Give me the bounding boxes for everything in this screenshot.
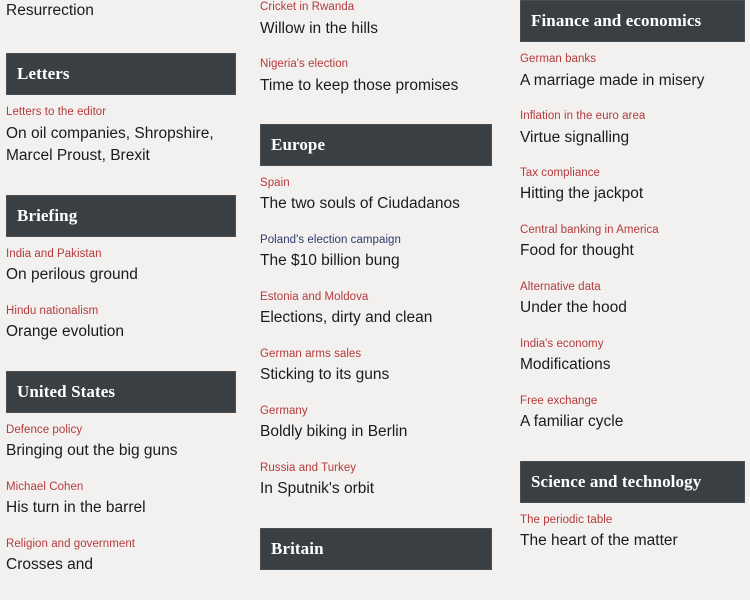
- column-right: Finance and economics German banks A mar…: [510, 0, 750, 600]
- article-item: Estonia and Moldova Elections, dirty and…: [260, 290, 492, 330]
- headline-link[interactable]: Sticking to its guns: [260, 364, 492, 386]
- article-item: Central banking in America Food for thou…: [520, 223, 745, 263]
- kicker-link[interactable]: Tax compliance: [520, 166, 745, 182]
- headline-link[interactable]: The two souls of Ciudadanos: [260, 193, 492, 215]
- section-header-britain: Britain: [260, 527, 492, 570]
- headline-link[interactable]: Crosses and: [6, 554, 236, 576]
- article-item: Russia and Turkey In Sputnik's orbit: [260, 461, 492, 501]
- kicker-link[interactable]: India's economy: [520, 337, 745, 353]
- headline-link[interactable]: Virtue signalling: [520, 127, 745, 149]
- kicker-link[interactable]: Central banking in America: [520, 223, 745, 239]
- headline-link[interactable]: His turn in the barrel: [6, 497, 236, 519]
- section-header-letters: Letters: [6, 53, 236, 96]
- column-left: Resurrection Letters Letters to the edit…: [0, 0, 252, 600]
- article-item: India and Pakistan On perilous ground: [6, 247, 236, 287]
- headline-link[interactable]: Bringing out the big guns: [6, 440, 236, 462]
- headline-link[interactable]: A familiar cycle: [520, 411, 745, 433]
- article-item: Letters to the editor On oil companies, …: [6, 105, 236, 167]
- kicker-link[interactable]: Germany: [260, 404, 492, 420]
- kicker-link[interactable]: Inflation in the euro area: [520, 109, 745, 125]
- headline-link[interactable]: On oil companies, Shropshire, Marcel Pro…: [6, 123, 236, 168]
- headline-link[interactable]: Time to keep those promises: [260, 75, 492, 97]
- kicker-link[interactable]: Michael Cohen: [6, 480, 236, 496]
- kicker-link[interactable]: Alternative data: [520, 280, 745, 296]
- section-header-united-states: United States: [6, 370, 236, 413]
- article-item: Free exchange A familiar cycle: [520, 394, 745, 434]
- kicker-link[interactable]: Russia and Turkey: [260, 461, 492, 477]
- article-item: Religion and government Crosses and: [6, 537, 236, 577]
- kicker-link[interactable]: Poland's election campaign: [260, 233, 492, 249]
- article-item: German banks A marriage made in misery: [520, 52, 745, 92]
- article-item: Alternative data Under the hood: [520, 280, 745, 320]
- article-item: Poland's election campaign The $10 billi…: [260, 233, 492, 273]
- article-item: Cricket in Rwanda Willow in the hills: [260, 0, 492, 40]
- kicker-link[interactable]: India and Pakistan: [6, 247, 236, 263]
- headline-link[interactable]: Orange evolution: [6, 321, 236, 343]
- kicker-link[interactable]: Estonia and Moldova: [260, 290, 492, 306]
- kicker-link[interactable]: Hindu nationalism: [6, 304, 236, 320]
- contents-page: Resurrection Letters Letters to the edit…: [0, 0, 750, 600]
- headline-link[interactable]: The heart of the matter: [520, 530, 745, 552]
- kicker-link[interactable]: Nigeria's election: [260, 57, 492, 73]
- headline-link[interactable]: In Sputnik's orbit: [260, 478, 492, 500]
- article-item: Germany Boldly biking in Berlin: [260, 404, 492, 444]
- article-item: Nigeria's election Time to keep those pr…: [260, 57, 492, 97]
- kicker-link[interactable]: Letters to the editor: [6, 105, 236, 121]
- article-item: India's economy Modifications: [520, 337, 745, 377]
- headline-link[interactable]: Elections, dirty and clean: [260, 307, 492, 329]
- contents-columns: Resurrection Letters Letters to the edit…: [0, 0, 750, 600]
- kicker-link[interactable]: Religion and government: [6, 537, 236, 553]
- headline-link[interactable]: Hitting the jackpot: [520, 183, 745, 205]
- article-item: Tax compliance Hitting the jackpot: [520, 166, 745, 206]
- section-header-europe: Europe: [260, 123, 492, 166]
- article-item: Michael Cohen His turn in the barrel: [6, 480, 236, 520]
- headline-link[interactable]: Food for thought: [520, 240, 745, 262]
- headline-link[interactable]: Boldly biking in Berlin: [260, 421, 492, 443]
- article-item: The periodic table The heart of the matt…: [520, 513, 745, 553]
- headline-link[interactable]: Resurrection: [6, 0, 236, 22]
- article-item: German arms sales Sticking to its guns: [260, 347, 492, 387]
- kicker-link[interactable]: Free exchange: [520, 394, 745, 410]
- kicker-link[interactable]: German arms sales: [260, 347, 492, 363]
- headline-link[interactable]: The $10 billion bung: [260, 250, 492, 272]
- column-middle: Cricket in Rwanda Willow in the hills Ni…: [252, 0, 510, 600]
- kicker-link[interactable]: Spain: [260, 176, 492, 192]
- kicker-link[interactable]: Cricket in Rwanda: [260, 0, 492, 16]
- headline-link[interactable]: On perilous ground: [6, 264, 236, 286]
- article-item: Inflation in the euro area Virtue signal…: [520, 109, 745, 149]
- headline-link[interactable]: A marriage made in misery: [520, 70, 745, 92]
- section-header-science-and-technology: Science and technology: [520, 460, 745, 503]
- kicker-link[interactable]: German banks: [520, 52, 745, 68]
- section-header-finance-and-economics: Finance and economics: [520, 0, 745, 42]
- section-header-briefing: Briefing: [6, 194, 236, 237]
- article-item: Hindu nationalism Orange evolution: [6, 304, 236, 344]
- kicker-link[interactable]: Defence policy: [6, 423, 236, 439]
- headline-link[interactable]: Modifications: [520, 354, 745, 376]
- headline-link[interactable]: Under the hood: [520, 297, 745, 319]
- article-item: Spain The two souls of Ciudadanos: [260, 176, 492, 216]
- kicker-link[interactable]: The periodic table: [520, 513, 745, 529]
- article-item: Defence policy Bringing out the big guns: [6, 423, 236, 463]
- headline-link[interactable]: Willow in the hills: [260, 18, 492, 40]
